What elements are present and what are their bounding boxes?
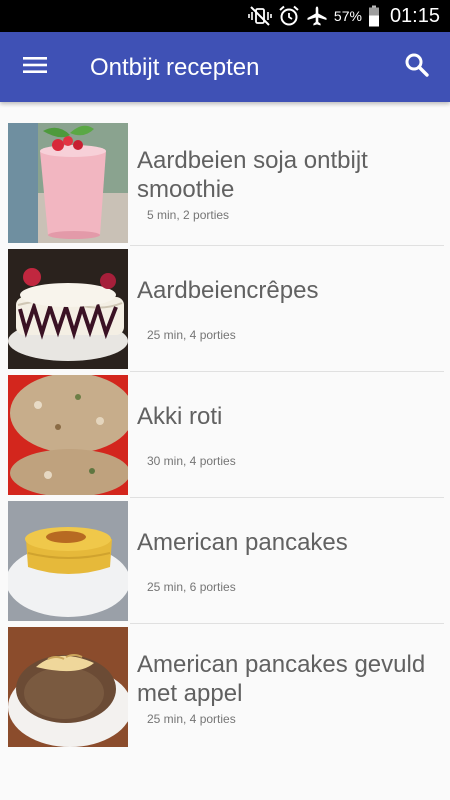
page-title: Ontbijt recepten xyxy=(90,54,260,81)
recipe-image xyxy=(8,123,128,243)
recipe-image xyxy=(8,627,128,747)
status-bar: 57% 01:15 xyxy=(0,0,450,32)
battery-icon xyxy=(368,5,380,27)
status-icons: 57% 01:15 xyxy=(248,4,440,28)
recipe-meta: 30 min, 4 porties xyxy=(147,454,236,468)
recipe-title: American pancakes gevuld met appel xyxy=(137,651,426,707)
recipe-title: Aardbeien soja ontbijt smoothie xyxy=(137,147,368,203)
recipe-image xyxy=(8,249,128,369)
status-time: 01:15 xyxy=(389,4,440,27)
recipe-item[interactable]: American pancakes gevuld met appel 25 mi… xyxy=(0,624,450,750)
airplane-mode-icon xyxy=(306,5,328,27)
recipe-meta: 25 min, 4 porties xyxy=(147,328,236,342)
battery-percent: 57% xyxy=(333,8,362,24)
menu-button[interactable] xyxy=(14,46,56,88)
recipe-item[interactable]: Akki roti 30 min, 4 porties xyxy=(0,372,450,498)
recipe-meta: 5 min, 2 porties xyxy=(147,208,230,222)
alarm-icon xyxy=(278,5,300,27)
recipe-item[interactable]: Aardbeien soja ontbijt smoothie 5 min, 2… xyxy=(0,120,450,246)
recipe-list: Aardbeien soja ontbijt smoothie 5 min, 2… xyxy=(0,120,450,750)
recipe-meta: 25 min, 6 porties xyxy=(147,580,236,594)
recipe-item[interactable]: American pancakes 25 min, 6 porties xyxy=(0,498,450,624)
hamburger-menu-icon xyxy=(22,55,48,80)
recipe-image xyxy=(8,501,128,621)
recipe-item[interactable]: Aardbeiencrêpes 25 min, 4 porties xyxy=(0,246,450,372)
app-bar: Ontbijt recepten xyxy=(0,32,450,102)
recipe-title: Akki roti xyxy=(137,403,223,430)
recipe-title: American pancakes xyxy=(137,529,348,556)
recipe-image xyxy=(8,375,128,495)
recipe-meta: 25 min, 4 porties xyxy=(147,712,236,726)
mute-vibrate-icon xyxy=(248,6,272,26)
recipe-title: Aardbeiencrêpes xyxy=(137,277,319,304)
search-button[interactable] xyxy=(396,46,438,88)
search-icon xyxy=(404,52,430,83)
